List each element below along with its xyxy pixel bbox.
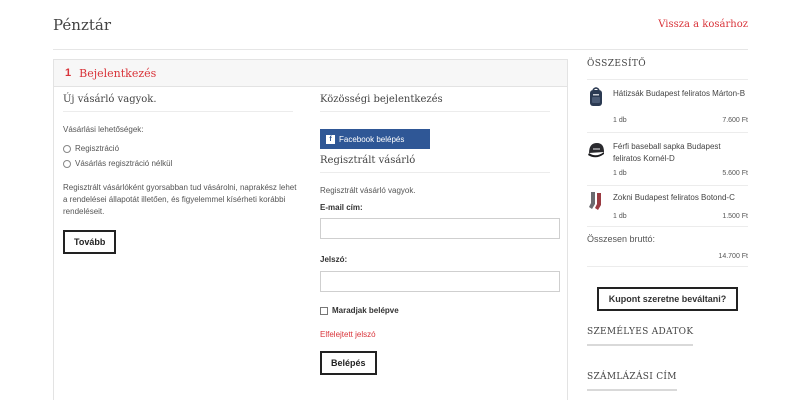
order-summary: ÖSSZESÍTŐ Hátizsák Budapest feliratos Má…: [587, 59, 748, 391]
continue-button[interactable]: Tovább: [63, 230, 117, 254]
total-value: 14.700 Ft: [718, 253, 748, 260]
cart-item-name[interactable]: Hátizsák Budapest feliratos Márton-B: [613, 88, 748, 100]
cart-item-price: 7.600 Ft: [722, 117, 748, 124]
header-divider: [53, 49, 748, 50]
step-number: 1: [65, 67, 72, 79]
total-label: Összesen bruttó:: [587, 234, 656, 244]
personal-data-section[interactable]: SZEMÉLYES ADATOK: [587, 327, 694, 346]
cart-item-quantity: 1 db: [613, 213, 627, 220]
cap-icon: [588, 143, 604, 158]
guest-option[interactable]: Vásárlás regisztráció nélkül: [63, 159, 303, 168]
purchase-options-label: Vásárlási lehetőségek:: [63, 125, 144, 134]
billing-address-section[interactable]: SZÁMLÁZÁSI CÍM: [587, 372, 677, 391]
step-title: Bejelentkezés: [79, 66, 157, 80]
cart-item-quantity: 1 db: [613, 117, 627, 124]
register-option[interactable]: Regisztráció: [63, 144, 303, 153]
facebook-login-button[interactable]: f Facebook belépés: [320, 129, 430, 149]
register-option-label: Regisztráció: [75, 144, 120, 153]
registered-note: Regisztrált vásárló vagyok.: [320, 186, 416, 195]
new-customer-column: Új vásárló vagyok. Vásárlási lehetőségek…: [63, 94, 303, 254]
cart-item: Hátizsák Budapest feliratos Márton-B 1 d…: [587, 80, 748, 132]
cart-item-quantity: 1 db: [613, 170, 627, 177]
remember-me-option[interactable]: Maradjak belépve: [320, 306, 565, 315]
cart-item-name[interactable]: Zokni Budapest feliratos Botond-C: [613, 192, 748, 204]
coupon-button[interactable]: Kupont szeretne beváltani?: [597, 287, 738, 311]
cart-item-price: 5.600 Ft: [722, 170, 748, 177]
step-header[interactable]: 1 Bejelentkezés: [54, 60, 567, 87]
password-field[interactable]: [320, 271, 560, 292]
email-label: E-mail cím:: [320, 203, 363, 212]
guest-option-label: Vásárlás regisztráció nélkül: [75, 159, 173, 168]
registered-benefits-text: Regisztrált vásárlóként gyorsabban tud v…: [63, 183, 297, 216]
facebook-login-label: Facebook belépés: [339, 134, 405, 144]
new-customer-heading: Új vásárló vagyok.: [63, 94, 293, 112]
summary-heading: ÖSSZESÍTŐ: [587, 59, 748, 80]
page-title: Pénztár: [53, 16, 112, 34]
login-step-panel: 1 Bejelentkezés Új vásárló vagyok. Vásár…: [53, 59, 568, 400]
password-label: Jelszó:: [320, 255, 348, 264]
forgot-password-link[interactable]: Elfelejtett jelszó: [320, 330, 565, 339]
guest-radio[interactable]: [63, 159, 71, 168]
login-button[interactable]: Belépés: [320, 351, 377, 375]
login-column: Közösségi bejelentkezés f Facebook belép…: [320, 94, 565, 375]
email-field[interactable]: [320, 218, 560, 239]
backpack-icon: [590, 87, 602, 106]
cart-item-price: 1.500 Ft: [722, 213, 748, 220]
cart-item: Férfi baseball sapka Budapest feliratos …: [587, 133, 748, 185]
remember-me-checkbox[interactable]: [320, 306, 328, 315]
total-divider: [587, 266, 748, 267]
facebook-icon: f: [326, 134, 335, 144]
remember-me-label: Maradjak belépve: [332, 306, 399, 315]
cart-item-name[interactable]: Férfi baseball sapka Budapest feliratos …: [613, 141, 748, 165]
social-login-heading: Közösségi bejelentkezés: [320, 94, 550, 112]
back-to-cart-link[interactable]: Vissza a kosárhoz: [658, 19, 748, 30]
cart-item: Zokni Budapest feliratos Botond-C 1 db 1…: [587, 186, 748, 226]
item-divider: [587, 226, 748, 227]
register-radio[interactable]: [63, 144, 71, 153]
registered-customer-heading: Regisztrált vásárló: [320, 155, 550, 173]
socks-icon: [589, 192, 601, 210]
